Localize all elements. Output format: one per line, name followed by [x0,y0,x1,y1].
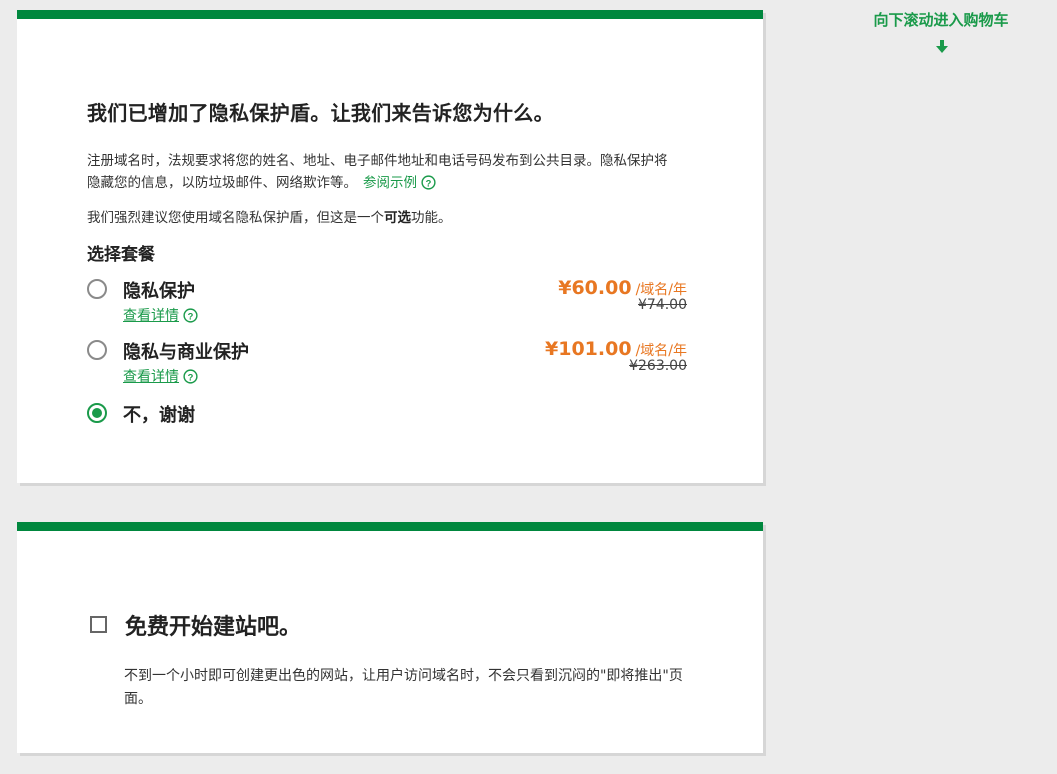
recommend-optional: 可选 [384,210,411,226]
scroll-to-cart-hint[interactable]: 向下滚动进入购物车 [868,9,1014,30]
privacy-title: 我们已增加了隐私保护盾。让我们来告诉您为什么。 [87,101,554,125]
plan-label: 不，谢谢 [123,405,195,426]
view-details-label: 查看详情 [123,369,179,385]
plan-option-privacy[interactable]: 隐私保护 查看详情? ¥60.00/域名/年 ¥74.00 [87,277,687,329]
recommendation-text: 我们强烈建议您使用域名隐私保护盾，但这是一个可选功能。 [87,206,452,226]
no-thanks-radio[interactable] [87,403,107,423]
plan-label: 隐私保护 [123,281,195,302]
website-builder-description: 不到一个小时即可创建更出色的网站，让用户访问域名时，不会只看到沉闷的"即将推出"… [124,668,683,707]
choose-plan-heading: 选择套餐 [87,245,155,265]
svg-text:?: ? [188,372,194,382]
privacy-protection-card: 我们已增加了隐私保护盾。让我们来告诉您为什么。 注册域名时，法规要求将您的姓名、… [17,10,763,483]
website-builder-title: 免费开始建站吧。 [125,615,302,640]
price-box: ¥101.00/域名/年 ¥263.00 [545,338,687,374]
view-details-link[interactable]: 查看详情? [123,305,198,325]
view-details-label: 查看详情 [123,308,179,324]
website-builder-checkbox[interactable] [90,616,107,633]
original-price: ¥263.00 [629,358,687,374]
svg-text:?: ? [188,311,194,321]
plan-price: ¥101.00 [545,338,632,360]
help-icon: ? [183,308,198,323]
see-example-link[interactable]: 参阅示例? [363,175,436,191]
privacy-business-radio[interactable] [87,340,107,360]
plan-price: ¥60.00 [558,277,632,299]
privacy-radio[interactable] [87,279,107,299]
website-builder-card: 免费开始建站吧。 不到一个小时即可创建更出色的网站，让用户访问域名时，不会只看到… [17,522,763,753]
help-icon: ? [183,369,198,384]
price-unit: /域名/年 [635,343,687,359]
original-price: ¥74.00 [638,297,687,313]
see-example-label: 参阅示例 [363,175,417,191]
view-details-link[interactable]: 查看详情? [123,366,198,386]
help-icon: ? [421,175,436,190]
price-box: ¥60.00/域名/年 ¥74.00 [558,277,687,313]
privacy-description: 注册域名时，法规要求将您的姓名、地址、电子邮件地址和电话号码发布到公共目录。隐私… [87,150,677,194]
arrow-down-icon [936,40,948,53]
plan-label: 隐私与商业保护 [123,342,249,363]
plan-option-privacy-business[interactable]: 隐私与商业保护 查看详情? ¥101.00/域名/年 ¥263.00 [87,338,687,390]
price-unit: /域名/年 [635,282,687,298]
plan-option-no-thanks[interactable]: 不，谢谢 [87,401,687,431]
recommend-before: 我们强烈建议您使用域名隐私保护盾，但这是一个 [87,210,384,226]
svg-text:?: ? [426,178,432,188]
recommend-after: 功能。 [411,210,452,226]
